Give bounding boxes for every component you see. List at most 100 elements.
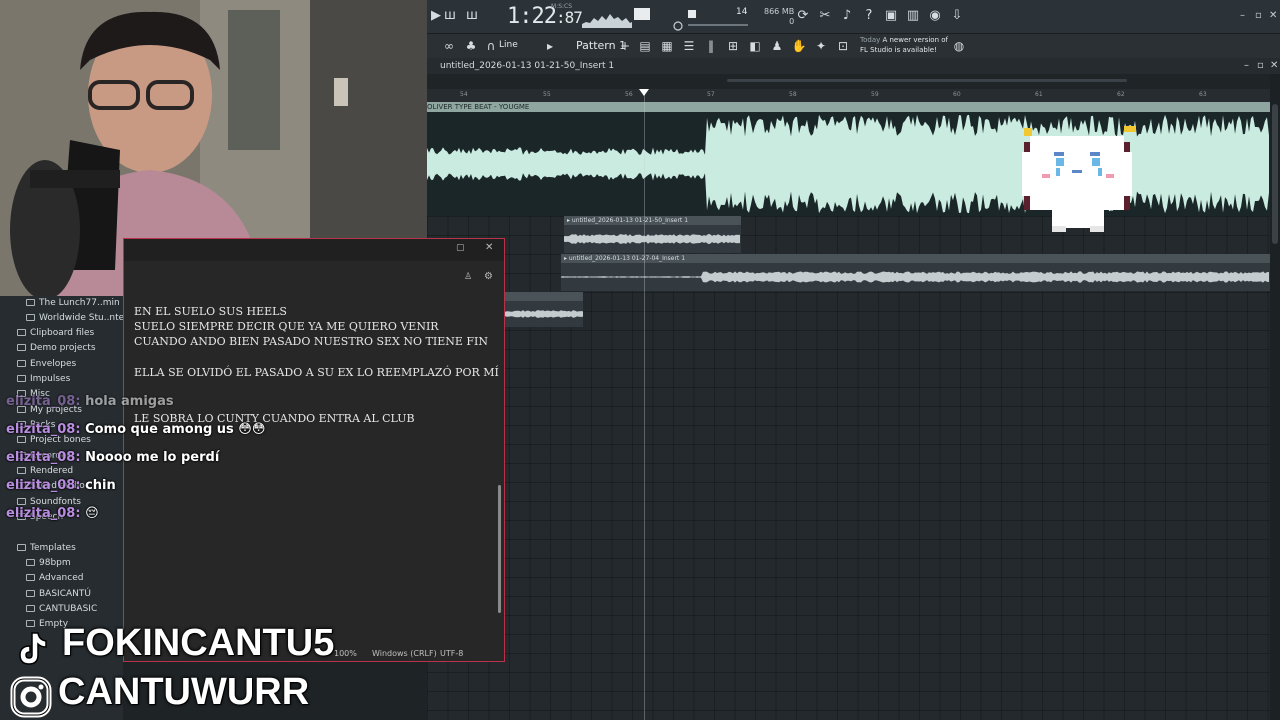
notepad-close-icon[interactable]: ✕ (485, 242, 493, 253)
browser-item[interactable]: Clipboard files (17, 328, 94, 338)
notepad-titlebar (124, 239, 504, 261)
song-mode-icon[interactable]: ш (464, 8, 480, 24)
master-volume-slider[interactable] (688, 24, 748, 26)
ruler-mark: 63 (1199, 91, 1207, 98)
mixer-view-icon[interactable]: ‖ (703, 38, 719, 54)
ruler-mark: 61 (1035, 91, 1043, 98)
audio-clip-header[interactable]: OLIVER TYPE BEAT - YOUGME (427, 102, 1270, 112)
ruler-mark: 62 (1117, 91, 1125, 98)
tempo-value: 14 (736, 7, 748, 17)
browser-item[interactable]: Templates (17, 543, 76, 553)
record-indicator (688, 10, 696, 18)
tiktok-icon (19, 632, 47, 665)
lyric-line[interactable]: CUANDO ANDO BIEN PASADO NUESTRO SEX NO T… (134, 335, 488, 348)
news-panel[interactable]: Today A newer version of FL Studio is ava… (860, 35, 948, 55)
clip-waveform (564, 234, 740, 244)
playlist-close-icon[interactable]: ✕ (1270, 60, 1278, 71)
status-zoom: 100% (334, 649, 357, 658)
account-icon[interactable]: ♙ (464, 272, 472, 282)
clip-waveform (505, 310, 583, 318)
magnet-icon[interactable]: ∩ (483, 38, 499, 54)
chat-icon[interactable]: ◉ (927, 8, 943, 24)
stamp-icon[interactable]: ♣ (463, 38, 479, 54)
pixel-character-sticker (1022, 126, 1136, 232)
instagram-icon (10, 676, 52, 718)
memory-usage: 866 MB 0 (764, 7, 795, 26)
play-arrow-icon[interactable]: ▸ (542, 38, 558, 54)
pattern-indicator (634, 8, 650, 20)
cart-icon[interactable]: ⊡ (835, 38, 851, 54)
browser-item[interactable]: Envelopes (17, 359, 76, 369)
tiktok-handle: FOKINCANTU5 (62, 622, 335, 664)
ruler-mark: 56 (625, 91, 633, 98)
browser-item[interactable]: CANTUBASIC (26, 604, 97, 614)
plugin-icon[interactable]: ◧ (747, 38, 763, 54)
link-icon[interactable]: ∞ (441, 38, 457, 54)
chat-message: elizita_08: chin (6, 478, 116, 493)
clip-header[interactable]: ▸ untitled_2026-01-13 01-21-50_Insert 1 (564, 216, 741, 225)
microphone-icon[interactable]: ♪ (839, 8, 855, 24)
browser-item[interactable]: Demo projects (17, 343, 96, 353)
channel-rack-icon[interactable]: ☰ (681, 38, 697, 54)
main-waveform (427, 114, 1269, 214)
clip-waveform (561, 271, 1269, 283)
timeline-ruler[interactable]: 54 55 56 57 58 59 60 61 62 63 (427, 89, 1270, 102)
notepad-scrollbar[interactable] (498, 485, 501, 613)
lyric-line[interactable]: EN EL SUELO SUS HEELS (134, 305, 287, 318)
refresh-icon[interactable]: ⟳ (795, 8, 811, 24)
status-encoding: UTF-8 (440, 649, 464, 658)
instagram-handle: CANTUWURR (58, 671, 310, 713)
playlist-icon[interactable]: ▤ (637, 38, 653, 54)
download-icon[interactable]: ⇩ (949, 8, 965, 24)
browser-item[interactable]: BASICANTÚ (26, 589, 91, 599)
status-line-ending: Windows (CRLF) (372, 649, 437, 658)
playlist-time-scroll[interactable] (427, 74, 1280, 89)
lyric-line[interactable]: ELLA SE OLVIDÓ EL PASADO A SU EX LO REEM… (134, 366, 499, 379)
ruler-mark: 57 (707, 91, 715, 98)
playhead-marker[interactable] (639, 89, 649, 96)
playhead-line (644, 89, 645, 720)
piano-roll-icon[interactable]: ▦ (659, 38, 675, 54)
time-unit-label: M:S:CS (551, 3, 573, 10)
help-icon[interactable]: ? (861, 8, 877, 24)
minimize-icon[interactable]: – (1240, 10, 1245, 21)
stream-screen: ▶ ш ш 1:22:87 M:S:CS 14 866 MB 0 ⟳ ✂ ♪ ? … (0, 0, 1280, 720)
browser-item[interactable]: 98bpm (26, 558, 71, 568)
clip-header[interactable]: ▸ untitled_2026-01-13 01-27-04_Insert 1 (561, 254, 1270, 263)
browser-item[interactable]: Impulses (17, 374, 70, 384)
playlist-maximize-icon[interactable]: ▫ (1257, 60, 1264, 71)
touch-icon[interactable]: ✋ (791, 38, 807, 54)
ruler-mark: 60 (953, 91, 961, 98)
notepad-maximize-icon[interactable]: ▢ (456, 243, 465, 253)
save-icon[interactable]: ▣ (883, 8, 899, 24)
audio-clip-1[interactable] (564, 225, 741, 253)
browser-item[interactable]: The Lunch77..min Dr (26, 298, 133, 308)
browser-icon[interactable]: ⊞ (725, 38, 741, 54)
add-pattern-icon[interactable]: + (617, 38, 633, 54)
settings-gear-icon[interactable]: ⚙ (484, 271, 493, 282)
playlist-vertical-scrollbar[interactable] (1270, 74, 1280, 720)
globe-icon[interactable]: ◍ (951, 38, 967, 54)
ruler-mark: 55 (543, 91, 551, 98)
audio-clip-main[interactable] (427, 112, 1270, 216)
audio-clip-2[interactable] (561, 263, 1270, 291)
tempo-knob-icon[interactable] (672, 20, 684, 32)
close-icon[interactable]: ✕ (1269, 10, 1277, 21)
clip-header[interactable] (505, 292, 583, 301)
maximize-icon[interactable]: ▫ (1255, 10, 1262, 21)
wand-icon[interactable]: ✦ (813, 38, 829, 54)
browser-item[interactable]: Advanced (26, 573, 83, 583)
snap-dropdown[interactable]: Line (499, 40, 518, 50)
chat-message: elizita_08: Como que among us 😳😳 (6, 422, 266, 437)
playlist-minimize-icon[interactable]: – (1244, 60, 1249, 71)
oscilloscope-display (582, 14, 632, 28)
mixer-icon[interactable]: ▥ (905, 8, 921, 24)
browser-item[interactable]: Rendered (17, 466, 73, 476)
audio-clip-3[interactable] (505, 301, 583, 327)
playlist-title: untitled_2026-01-13 01-21-50_Insert 1 (440, 61, 615, 71)
pattern-song-icon[interactable]: ш (442, 8, 458, 24)
lyric-line[interactable]: SUELO SIEMPRE DECIR QUE YA ME QUIERO VEN… (134, 320, 439, 333)
tools-icon[interactable]: ✂ (817, 8, 833, 24)
plugin-picker-icon[interactable]: ♟ (769, 38, 785, 54)
ruler-mark: 59 (871, 91, 879, 98)
